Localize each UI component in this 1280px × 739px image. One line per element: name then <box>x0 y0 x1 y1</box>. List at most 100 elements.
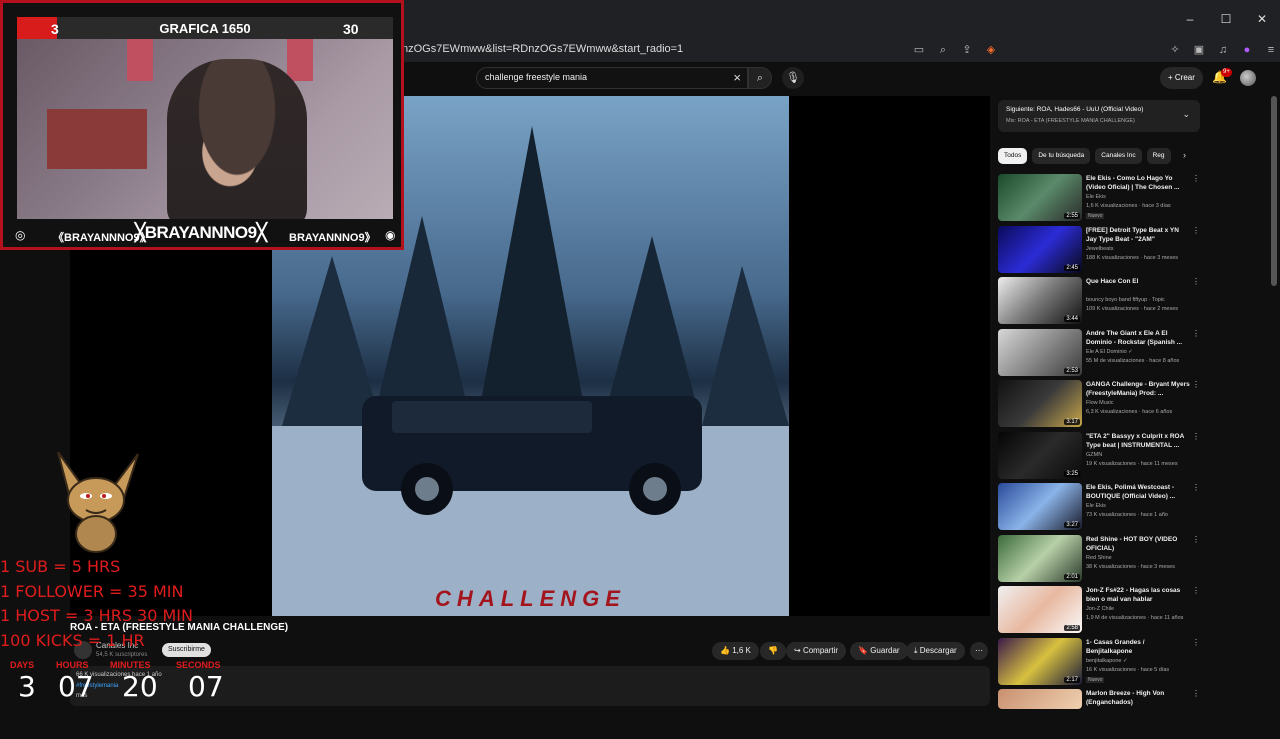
channel-name[interactable]: Ele Ekis <box>1086 503 1106 509</box>
kebab-menu-icon[interactable]: ⋮ <box>1192 174 1200 183</box>
leo-icon[interactable]: ● <box>1238 41 1256 59</box>
video-title-link[interactable]: Ele Ekis - Como Lo Hago Yo (Video Oficia… <box>1086 174 1190 192</box>
up-next-panel[interactable]: Siguiente: ROA, Hades66 - UuU (Official … <box>998 100 1200 132</box>
video-thumbnail[interactable]: 2:55 <box>998 174 1082 221</box>
channel-name[interactable]: Jewelbeats <box>1086 246 1114 252</box>
kebab-menu-icon[interactable]: ⋮ <box>1192 638 1200 647</box>
list-item[interactable]: 2:58 Jon-Z Fs#22 - Hagas las cosas bien … <box>998 584 1200 636</box>
chevron-right-icon[interactable]: › <box>1183 150 1186 160</box>
chip-canales-inc[interactable]: Canales Inc <box>1095 148 1142 164</box>
share-icon[interactable]: ⇪ <box>958 41 976 59</box>
overlay-handle-right: BRAYANNNO9》 <box>289 232 376 244</box>
channel-name[interactable]: GZMN <box>1086 452 1102 458</box>
days-label: DAYS <box>10 660 35 670</box>
close-button[interactable]: ✕ <box>1244 0 1280 38</box>
video-thumbnail[interactable]: 3:27 <box>998 483 1082 530</box>
chevron-down-icon[interactable]: ⌄ <box>1182 109 1190 120</box>
channel-name[interactable]: bouncy boyo band fiftyup · Topic <box>1086 297 1165 303</box>
channel-name[interactable]: Jon-Z Chile <box>1086 606 1114 612</box>
video-title-link[interactable]: [FREE] Detroit Type Beat x YN Jay Type B… <box>1086 226 1190 244</box>
kebab-menu-icon[interactable]: ⋮ <box>1192 277 1200 286</box>
cast-icon[interactable]: ▭ <box>910 41 928 59</box>
channel-name[interactable]: Ele A El Dominio ✓ <box>1086 349 1133 355</box>
download-label: Descargar <box>919 646 957 655</box>
share-button[interactable]: ↪ Compartir <box>786 642 847 660</box>
chip-todos[interactable]: Todos <box>998 148 1028 164</box>
video-thumbnail[interactable]: 3:25 <box>998 431 1082 479</box>
list-item[interactable]: 2:55 Ele Ekis - Como Lo Hago Yo (Video O… <box>998 172 1200 224</box>
extensions-icon[interactable]: ✧ <box>1166 41 1184 59</box>
video-meta: 1,9 M de visualizaciones · hace 11 años <box>1086 615 1184 621</box>
video-thumbnail[interactable]: 3:17 <box>998 380 1082 427</box>
video-thumbnail[interactable] <box>998 689 1082 709</box>
kebab-menu-icon[interactable]: ⋮ <box>1192 483 1200 492</box>
new-badge: Nuevo <box>1086 213 1105 219</box>
kebab-menu-icon[interactable]: ⋮ <box>1192 535 1200 544</box>
list-item[interactable]: 2:01 Red Shine - HOT BOY (VIDEO OFICIAL)… <box>998 533 1200 585</box>
menu-icon[interactable]: ≡ <box>1262 41 1280 59</box>
list-item[interactable]: 3:27 Ele Ekis, Polimá Westcoast - BOUTIQ… <box>998 481 1200 533</box>
video-title-link[interactable]: Andre The Giant x Ele A El Dominio - Roc… <box>1086 329 1190 347</box>
save-button[interactable]: 🔖 Guardar <box>850 642 908 660</box>
list-item[interactable]: Marlon Breeze - High Von (Enganchados) ⋮ <box>998 687 1200 739</box>
search-button[interactable]: ⌕ <box>748 67 772 89</box>
list-item[interactable]: 2:53 Andre The Giant x Ele A El Dominio … <box>998 327 1200 379</box>
list-item[interactable]: 3:44 Que Hace Con El bouncy boyo band fi… <box>998 275 1200 327</box>
duration-badge: 2:58 <box>1064 625 1080 631</box>
video-title-link[interactable]: Que Hace Con El <box>1086 277 1190 286</box>
list-item[interactable]: 2:17 1- Casas Grandes / Benjitalkapone b… <box>998 636 1200 688</box>
video-title-link[interactable]: Jon-Z Fs#22 - Hagas las cosas bien o mal… <box>1086 586 1190 604</box>
mic-icon: 🎙 <box>786 72 800 84</box>
video-title-link[interactable]: GANGA Challenge - Bryant Myers (Freestyl… <box>1086 380 1190 398</box>
bookmark-icon: 🔖 <box>858 646 868 655</box>
chip-de-tu-busqueda[interactable]: De tu búsqueda <box>1032 148 1091 164</box>
download-button[interactable]: ⤓ Descargar <box>906 642 965 660</box>
more-actions-button[interactable]: ⋯ <box>970 642 988 660</box>
create-button[interactable]: + Crear <box>1160 67 1203 89</box>
dislike-button[interactable]: 👎 <box>760 642 786 660</box>
like-button[interactable]: 👍 1,6 K <box>712 642 759 660</box>
kebab-menu-icon[interactable]: ⋮ <box>1192 689 1200 698</box>
search-input[interactable]: challenge freestyle mania × <box>476 67 748 89</box>
account-avatar[interactable] <box>1240 70 1256 86</box>
list-item[interactable]: 3:25 "ETA 2" Bassyy x Culprit x ROA Type… <box>998 430 1200 482</box>
channel-name[interactable]: benjitalkapone ✓ <box>1086 658 1128 664</box>
channel-name[interactable]: Ele Ekis <box>1086 194 1106 200</box>
video-thumbnail[interactable]: 2:58 <box>998 586 1082 633</box>
video-thumbnail[interactable]: 2:45 <box>998 225 1082 273</box>
kebab-menu-icon[interactable]: ⋮ <box>1192 586 1200 595</box>
video-title-link[interactable]: Ele Ekis, Polimá Westcoast - BOUTIQUE (O… <box>1086 483 1190 501</box>
video-meta: 109 K visualizaciones · hace 2 meses <box>1086 306 1179 312</box>
thumb-up-icon: 👍 <box>720 646 730 655</box>
clear-search-icon[interactable]: × <box>733 70 741 85</box>
video-thumbnail[interactable]: 3:44 <box>998 277 1082 324</box>
kebab-menu-icon[interactable]: ⋮ <box>1192 432 1200 441</box>
chip-reg[interactable]: Reg <box>1146 148 1171 164</box>
recommendation-list: 2:55 Ele Ekis - Como Lo Hago Yo (Video O… <box>998 172 1200 739</box>
address-tools: ▭ ⌕ ⇪ ◈ <box>910 41 1000 59</box>
video-title-link[interactable]: 1- Casas Grandes / Benjitalkapone <box>1086 638 1190 656</box>
minimize-button[interactable]: – <box>1172 0 1208 38</box>
sidebar-icon[interactable]: ▣ <box>1190 41 1208 59</box>
zoom-icon[interactable]: ⌕ <box>934 41 952 59</box>
video-title-link[interactable]: "ETA 2" Bassyy x Culprit x ROA Type beat… <box>1086 432 1190 450</box>
url-field[interactable]: nzOGs7EWmww&list=RDnzOGs7EWmww&start_rad… <box>402 43 683 55</box>
kebab-menu-icon[interactable]: ⋮ <box>1192 329 1200 338</box>
list-item[interactable]: 3:17 GANGA Challenge - Bryant Myers (Fre… <box>998 378 1200 430</box>
maximize-button[interactable]: ☐ <box>1208 0 1244 38</box>
channel-name[interactable]: Flow Music <box>1086 400 1114 406</box>
kebab-menu-icon[interactable]: ⋮ <box>1192 380 1200 389</box>
voice-search-button[interactable]: 🎙 <box>782 67 804 89</box>
scrollbar[interactable] <box>1271 96 1277 286</box>
video-title-link[interactable]: Red Shine - HOT BOY (VIDEO OFICIAL) <box>1086 535 1190 553</box>
shield-icon[interactable]: ◈ <box>982 41 1000 59</box>
kebab-menu-icon[interactable]: ⋮ <box>1192 226 1200 235</box>
music-icon[interactable]: ♫ <box>1214 41 1232 59</box>
video-thumbnail[interactable]: 2:53 <box>998 328 1082 376</box>
channel-name[interactable]: Red Shine <box>1086 555 1112 561</box>
duration-badge: 3:44 <box>1064 316 1080 322</box>
list-item[interactable]: 2:45 [FREE] Detroit Type Beat x YN Jay T… <box>998 224 1200 276</box>
video-thumbnail[interactable]: 2:17 <box>998 637 1082 685</box>
video-title-link[interactable]: Marlon Breeze - High Von (Enganchados) <box>1086 689 1190 707</box>
video-thumbnail[interactable]: 2:01 <box>998 534 1082 582</box>
